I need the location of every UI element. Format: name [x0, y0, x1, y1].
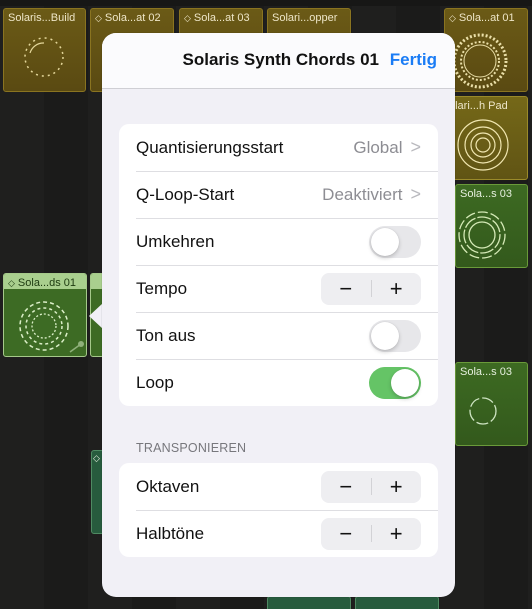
waveform-rings-icon — [457, 119, 509, 171]
row-value: Global — [353, 137, 403, 157]
semitones-row: Halbtöne − + — [119, 510, 438, 557]
waveform-circle-icon — [469, 397, 497, 425]
semitones-increment-button[interactable]: + — [371, 518, 421, 550]
mute-toggle[interactable] — [369, 319, 421, 352]
row-label: Oktaven — [136, 476, 200, 496]
semitones-decrement-button[interactable]: − — [321, 518, 371, 550]
row-label: Halbtöne — [136, 523, 205, 543]
reverse-toggle[interactable] — [369, 225, 421, 258]
tempo-increment-button[interactable]: + — [371, 273, 421, 305]
loop-row: Loop — [119, 359, 438, 406]
row-label: Q-Loop-Start — [136, 184, 235, 204]
done-button[interactable]: Fertig — [390, 50, 437, 70]
loop-cell-sola-s-03-top[interactable]: Sola...s 03 — [455, 184, 528, 268]
row-label: Quantisierungsstart — [136, 137, 284, 157]
chevron-updown-icon: ◇ — [184, 12, 191, 23]
row-value: Deaktiviert — [322, 184, 403, 204]
top-edge — [0, 0, 532, 6]
octaves-stepper: − + — [321, 470, 421, 503]
popover-header: Solaris Synth Chords 01 Fertig — [102, 33, 455, 89]
cell-title: Sola...at 03 — [193, 12, 250, 24]
octaves-increment-button[interactable]: + — [371, 471, 421, 503]
transpose-section-header: TRANSPONIEREN — [136, 441, 247, 455]
loop-cell-sola-at-01[interactable]: ◇ Sola...at 01 — [444, 8, 528, 92]
tempo-row: Tempo − + — [119, 265, 438, 312]
chevron-updown-icon: ◇ — [95, 12, 102, 23]
q-loop-start-row[interactable]: Q-Loop-Start Deaktiviert > — [119, 171, 438, 218]
waveform-circle-icon — [24, 37, 64, 77]
tempo-stepper: − + — [321, 272, 421, 305]
row-label: Umkehren — [136, 231, 215, 251]
cell-settings-popover: Solaris Synth Chords 01 Fertig Quantisie… — [102, 33, 455, 597]
cell-title: Sola...at 02 — [104, 12, 161, 24]
mute-row: Ton aus — [119, 312, 438, 359]
tempo-decrement-button[interactable]: − — [321, 273, 371, 305]
loop-cell-solari-h-pad[interactable]: olari...h Pad — [444, 96, 528, 180]
waveform-spiral-icon — [19, 301, 84, 353]
row-label: Loop — [136, 372, 174, 392]
popover-title: Solaris Synth Chords 01 — [182, 50, 380, 69]
row-label: Tempo — [136, 278, 188, 298]
loop-cell-sola-s-03-bottom[interactable]: Sola...s 03 — [455, 362, 528, 446]
loop-cell-teal-bottom-1[interactable] — [267, 596, 351, 609]
quantize-start-row[interactable]: Quantisierungsstart Global > — [119, 124, 438, 171]
loop-cell-solaris-build[interactable]: Solaris...Build — [3, 8, 86, 92]
chevron-updown-icon: ◇ — [93, 453, 100, 463]
reverse-row: Umkehren — [119, 218, 438, 265]
waveform-spiral-icon — [458, 211, 506, 259]
loop-toggle[interactable] — [369, 366, 421, 399]
loop-cell-teal-bottom-2[interactable] — [355, 596, 439, 609]
semitones-stepper: − + — [321, 517, 421, 550]
row-label: Ton aus — [136, 325, 196, 345]
chevron-right-icon: > — [410, 184, 421, 204]
waveform-ring-icon — [452, 33, 508, 89]
cell-title: Solari...opper — [272, 12, 338, 24]
settings-group: Quantisierungsstart Global > Q-Loop-Start… — [119, 124, 438, 406]
popover-arrow — [89, 303, 103, 329]
loop-cell-sola-ds-01-selected[interactable]: ◇ Sola...ds 01 — [3, 273, 87, 357]
chevron-right-icon: > — [410, 137, 421, 157]
octaves-row: Oktaven − + — [119, 463, 438, 510]
octaves-decrement-button[interactable]: − — [321, 471, 371, 503]
transpose-group: Oktaven − + Halbtöne − + — [119, 463, 438, 557]
